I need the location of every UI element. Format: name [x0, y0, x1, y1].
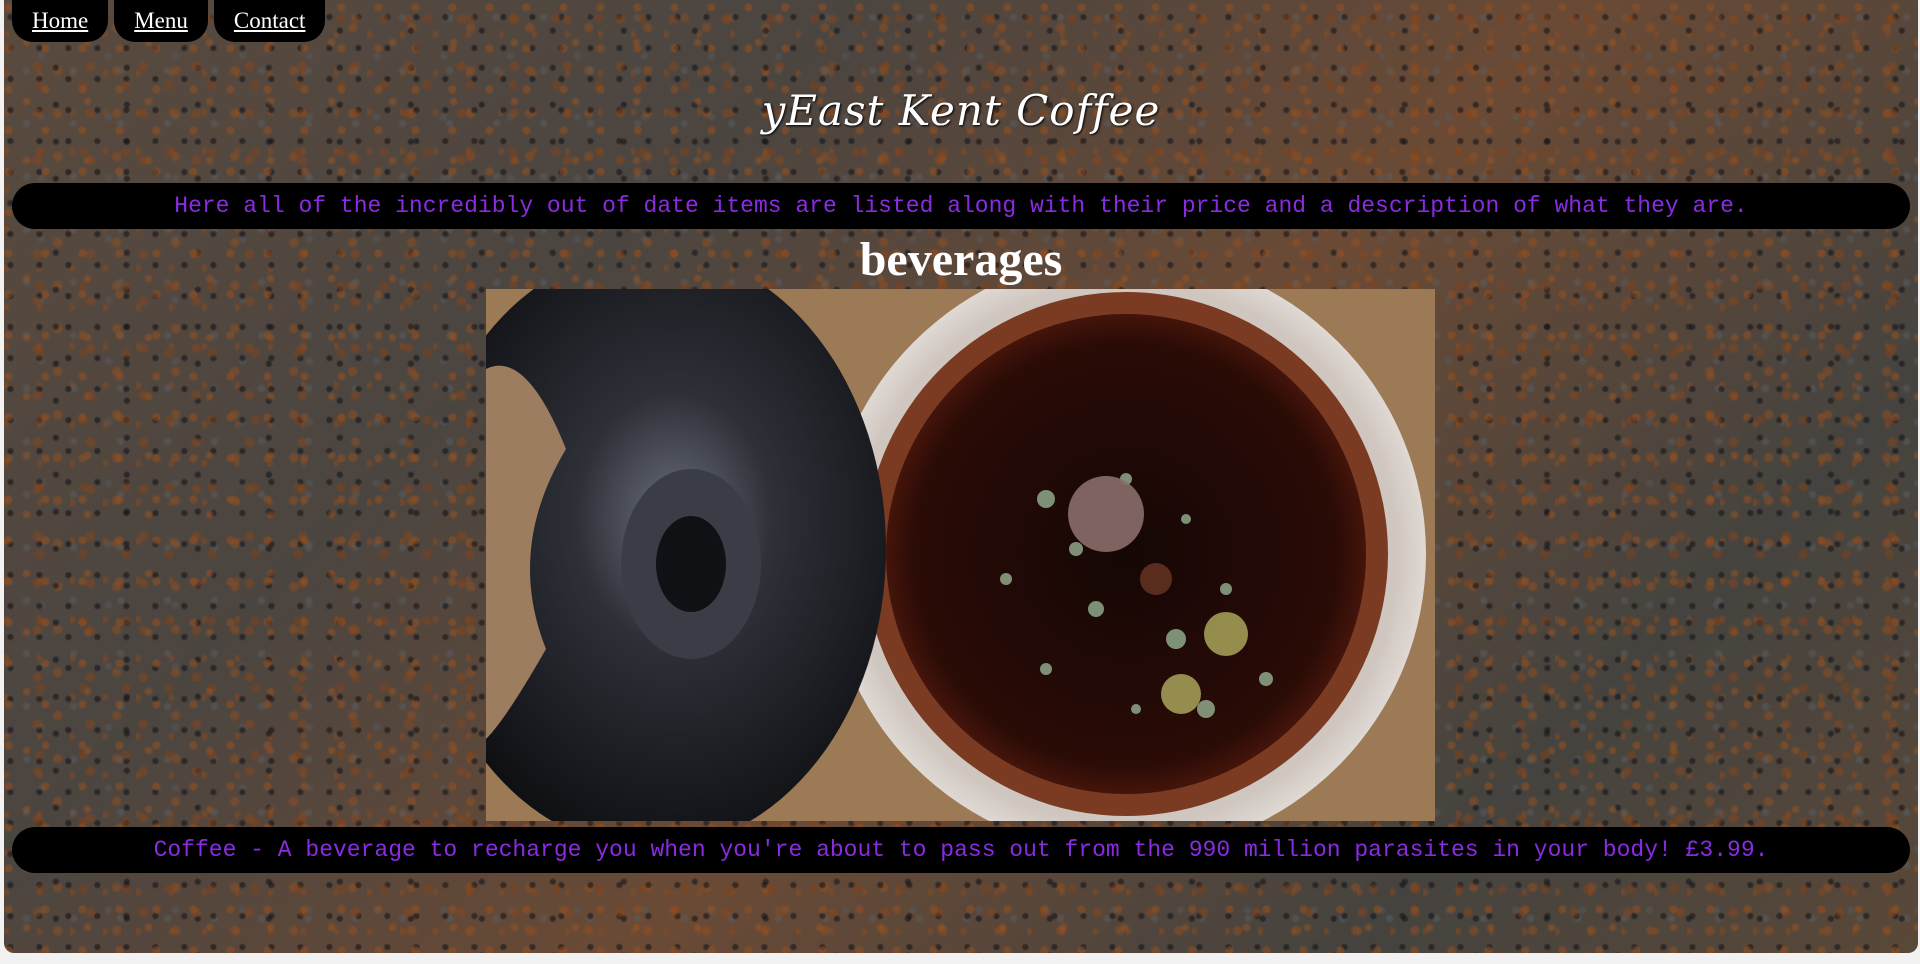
nav-link-contact[interactable]: Contact [213, 0, 326, 42]
mouldy-coffee-pot-image [486, 289, 1435, 821]
nav-link-home[interactable]: Home [12, 0, 109, 42]
item-description-banner: Coffee - A beverage to recharge you when… [12, 827, 1910, 873]
page-background: Home Menu Contact yEast Kent Coffee Here… [4, 0, 1918, 953]
nav-link-menu[interactable]: Menu [114, 0, 208, 42]
top-nav: Home Menu Contact [12, 0, 326, 42]
intro-banner: Here all of the incredibly out of date i… [12, 183, 1910, 229]
site-logo: yEast Kent Coffee [761, 86, 1161, 135]
section-title: beverages [859, 233, 1063, 286]
